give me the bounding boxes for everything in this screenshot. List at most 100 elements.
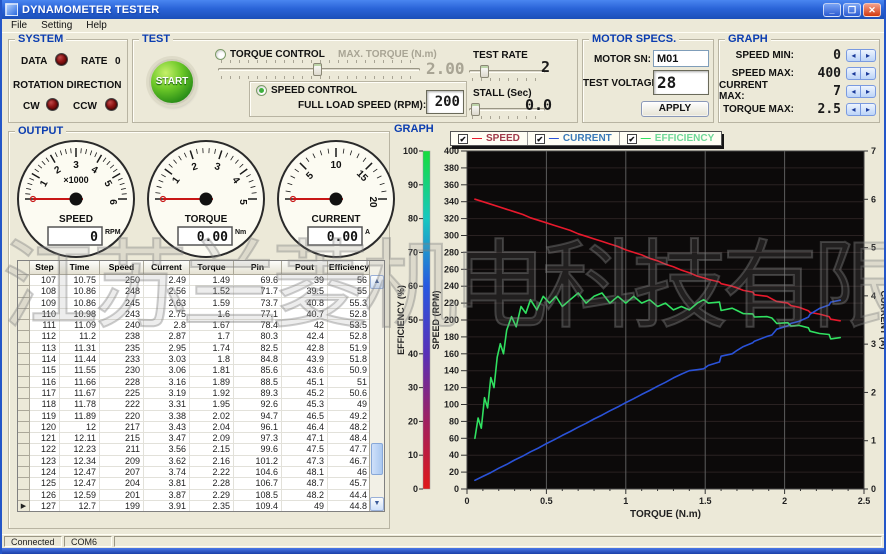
table-row[interactable]: 11311.312352.951.7482.542.851.9 [18,343,384,354]
max-torque-slider-thumb[interactable] [313,63,322,76]
table-row[interactable]: 11711.672253.191.9289.345.250.6 [18,388,384,399]
table-cell: 84.8 [234,354,282,365]
legend-checkbox-icon[interactable]: ✔ [535,134,545,144]
spin-right-icon[interactable]: ▸ [861,67,876,80]
data-led-indicator [55,53,68,66]
table-cell: 1.8 [190,354,234,365]
table-row[interactable]: 10710.752502.491.4969.63956 [18,275,384,286]
start-button[interactable]: START [149,59,195,105]
table-scrollbar[interactable]: ▲ ▼ [369,261,384,511]
speed-control-radio[interactable] [256,85,267,96]
table-row[interactable]: 10910.862452.631.5973.740.855.3 [18,298,384,309]
table-cell: 127 [30,501,60,512]
column-header-pout[interactable]: Pout [282,261,328,275]
apply-button[interactable]: APPLY [641,101,709,117]
table-cell: 85.6 [234,365,282,376]
current-tick-label: 3 [871,339,876,349]
table-cell: 11.89 [60,411,100,422]
test-rate-slider-thumb[interactable] [480,65,489,78]
test-rate-slider[interactable] [469,64,545,79]
selector-header [18,261,30,275]
table-row[interactable]: 12412.472073.742.22104.648.146 [18,467,384,478]
legend-checkbox-icon[interactable]: ✔ [627,134,637,144]
column-header-current[interactable]: Current [144,261,190,275]
max-torque-slider[interactable] [218,62,420,77]
column-header-torque[interactable]: Torque [190,261,234,275]
legend-item-current: ✔—CURRENT [528,132,620,145]
table-row[interactable]: 12512.472043.812.28106.748.745.7 [18,478,384,489]
table-row[interactable]: 11411.442333.031.884.843.951.8 [18,354,384,365]
table-row[interactable]: 11911.892203.382.0294.746.549.2 [18,411,384,422]
torque-control-radio[interactable] [215,49,226,60]
close-button[interactable]: ✕ [863,3,881,17]
table-row[interactable]: 11010.982432.751.677.140.752.8 [18,309,384,320]
test-voltage-field[interactable]: 28 [653,70,709,95]
spin-left-icon[interactable]: ◂ [846,103,861,116]
table-cell: 211 [100,444,144,455]
table-cell: 89.3 [234,388,282,399]
table-cell: 114 [30,354,60,365]
table-row[interactable]: 11211.22382.871.780.342.452.8 [18,331,384,342]
table-row[interactable]: 11511.552303.061.8185.643.650.9 [18,365,384,376]
table-cell: 12.11 [60,433,100,444]
scrollbar-thumb[interactable] [371,443,383,475]
speed-control-box: SPEED CONTROL FULL LOAD SPEED (RPM): 200 [249,81,467,117]
table-row[interactable]: 12612.592013.872.29108.548.244.4 [18,490,384,501]
table-row[interactable]: 12112.112153.472.0997.347.148.4 [18,433,384,444]
table-cell: 2.22 [190,467,234,478]
table-cell: 1.67 [190,320,234,331]
full-load-speed-field[interactable]: 200 [426,90,464,114]
table-cell: 1.92 [190,388,234,399]
table-cell: 43.9 [282,354,328,365]
minimize-button[interactable]: _ [823,3,841,17]
table-row[interactable]: 11811.782223.311.9592.645.349 [18,399,384,410]
column-header-speed[interactable]: Speed [100,261,144,275]
legend-checkbox-icon[interactable]: ✔ [458,134,468,144]
gauge-hub [70,193,83,206]
table-row[interactable]: 11111.092402.81.6778.44253.5 [18,320,384,331]
table-row[interactable]: 120122173.432.0496.146.448.2 [18,422,384,433]
spin-left-icon[interactable]: ◂ [846,67,861,80]
column-header-pin[interactable]: Pin [234,261,282,275]
menu-setting[interactable]: Setting [34,20,79,31]
legend-item-speed: ✔—SPEED [451,132,528,145]
table-cell: 45.3 [282,399,328,410]
speed-tick-label: 380 [444,163,459,173]
table-row[interactable]: ▶12712.71993.912.35109.44944.8 [18,501,384,512]
spin-right-icon[interactable]: ▸ [861,85,876,98]
column-header-efficiency[interactable]: Efficiency [328,261,371,275]
restore-button[interactable]: ❐ [843,3,861,17]
table-cell: 122 [30,444,60,455]
speed-tick-label: 100 [444,400,459,410]
status-bar: Connected COM6 [2,534,884,548]
gauge-tick-label: 20 [367,196,378,208]
spin-left-icon[interactable]: ◂ [846,49,861,62]
gauge-tick-label: 3 [73,160,79,171]
column-header-step[interactable]: Step [30,261,60,275]
graph-setting-row: SPEED MIN:0◂▸ [719,46,879,64]
spin-right-icon[interactable]: ▸ [861,103,876,116]
spin-right-icon[interactable]: ▸ [861,49,876,62]
speed-tick-label: 260 [444,264,459,274]
table-cell: 240 [100,320,144,331]
column-header-time[interactable]: Time [60,261,100,275]
table-row[interactable]: 10810.862482.561.5271.739.555 [18,286,384,297]
table-header: StepTimeSpeedCurrentTorquePinPoutEfficie… [18,261,384,275]
table-row[interactable]: 12212.232113.562.1599.647.547.7 [18,444,384,455]
spin-left-icon[interactable]: ◂ [846,85,861,98]
table-cell: 2.49 [144,275,190,286]
scroll-down-icon[interactable]: ▼ [370,497,384,511]
table-cell: 52.8 [328,309,371,320]
menu-help[interactable]: Help [79,20,114,31]
scroll-up-icon[interactable]: ▲ [370,275,384,289]
legend-label: EFFICIENCY [655,133,714,144]
row-selector [18,377,30,388]
motor-sn-label: MOTOR SN: [591,54,651,65]
table-row[interactable]: 12312.342093.622.16101.247.346.7 [18,456,384,467]
stall-slider-thumb[interactable] [471,103,480,116]
table-cell: 44.8 [328,501,371,512]
menu-file[interactable]: File [4,20,34,31]
motor-sn-field[interactable]: M01 [653,50,709,67]
table-cell: 11.66 [60,377,100,388]
table-row[interactable]: 11611.662283.161.8988.545.151 [18,377,384,388]
